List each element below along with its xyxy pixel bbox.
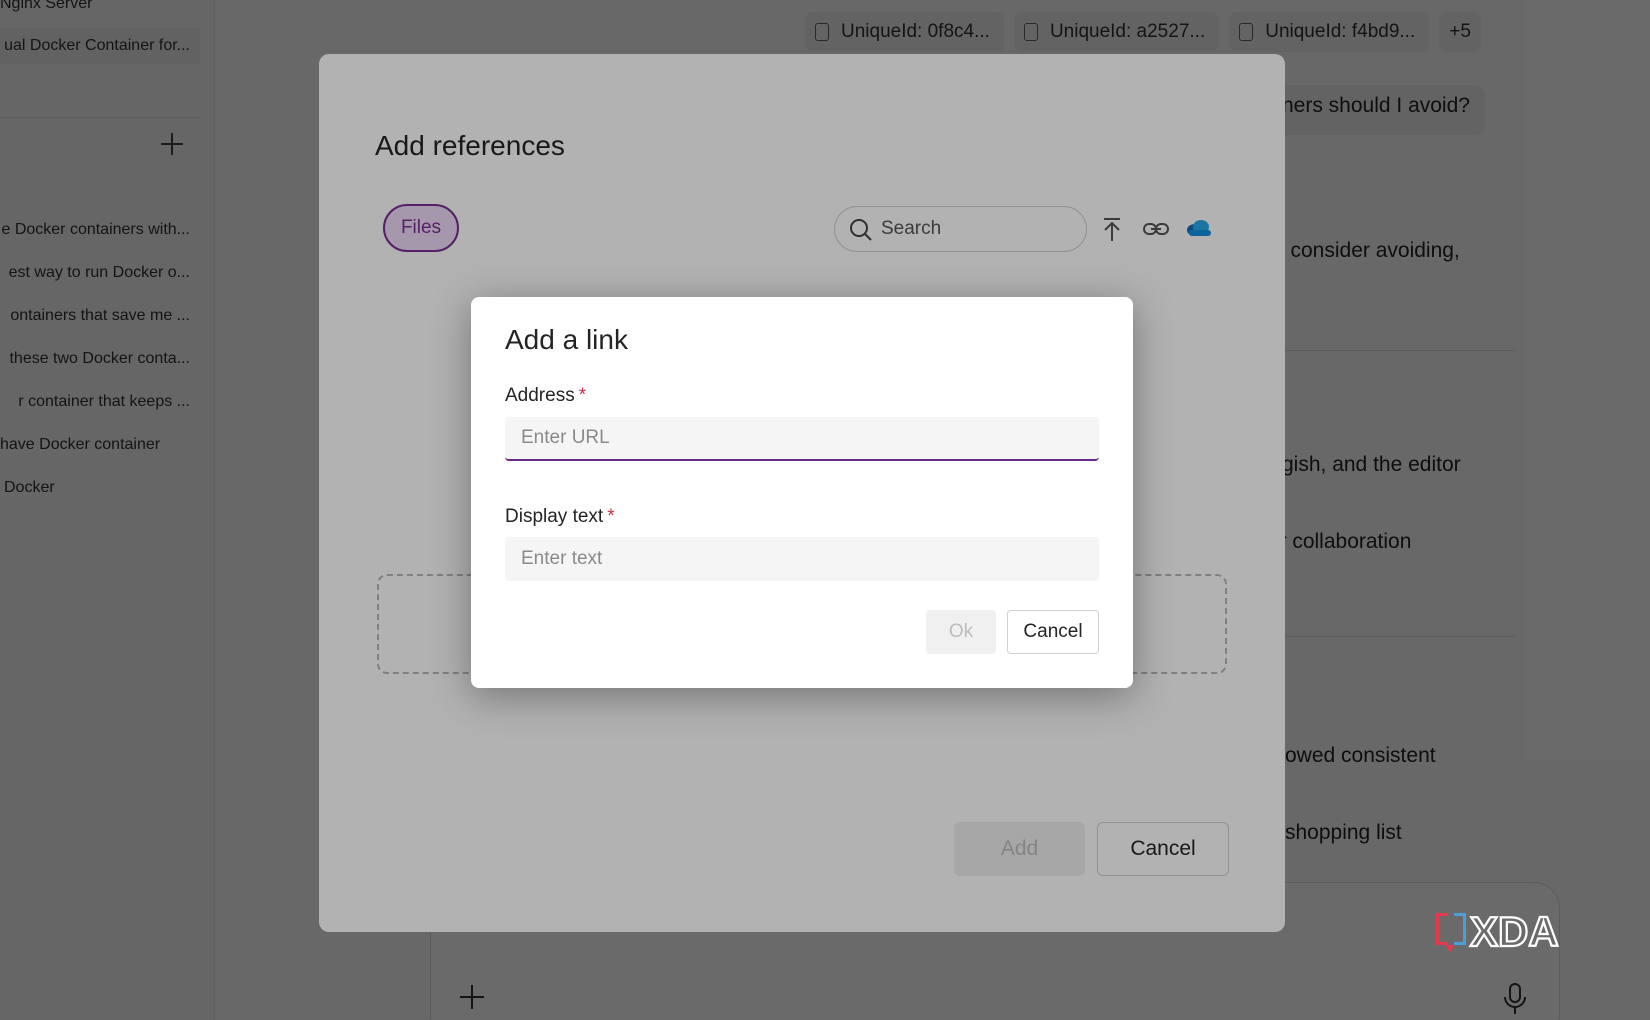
address-field-label: Address * (505, 385, 586, 407)
dialog-title: Add a link (505, 324, 628, 355)
required-marker: * (607, 506, 615, 527)
cancel-button[interactable]: Cancel (1007, 610, 1099, 654)
add-link-dialog: Add a link Address* Display text* Ok Can… (471, 297, 1133, 688)
watermark-text: XDA (1470, 908, 1559, 955)
display-text-field-label: Display text * (505, 506, 615, 528)
display-label-text: Display text (505, 506, 604, 527)
address-url-input[interactable] (505, 417, 1099, 461)
xda-watermark-logo: XDA (1436, 907, 1560, 955)
address-label-text: Address (505, 385, 575, 406)
display-text-input[interactable] (505, 537, 1099, 581)
required-marker: * (578, 385, 587, 406)
ok-button[interactable]: Ok (926, 610, 996, 654)
